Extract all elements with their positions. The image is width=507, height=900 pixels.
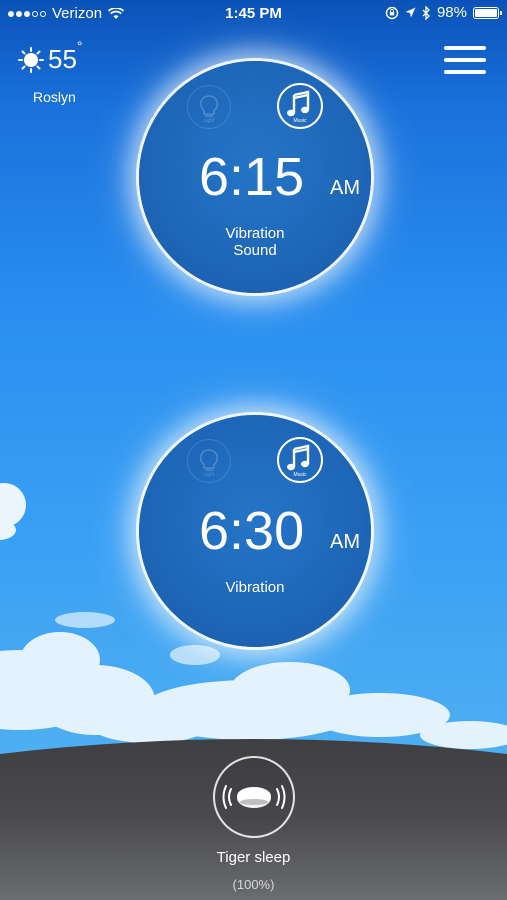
alarm-ampm: AM: [330, 531, 360, 553]
degree-symbol: °: [76, 38, 83, 54]
bluetooth-icon: [422, 5, 430, 20]
music-label: Music: [293, 118, 307, 124]
temperature: 55°: [48, 38, 83, 75]
sun-icon: [18, 46, 44, 73]
status-bar: Verizon 1:45 PM 98%: [0, 0, 507, 28]
device-button[interactable]: [213, 756, 295, 838]
status-right-group: 98%: [385, 4, 502, 21]
menu-button[interactable]: [444, 46, 486, 74]
music-toggle[interactable]: Music: [277, 83, 323, 129]
alarm-card-2[interactable]: Light Music 6:30 AM Vibration: [139, 415, 371, 647]
alarm-ampm: AM: [330, 177, 360, 199]
battery-percent: 98%: [436, 4, 467, 21]
location-arrow-icon: [405, 7, 416, 18]
light-toggle[interactable]: Light: [187, 439, 231, 483]
alarm-mode-sound: Sound: [233, 242, 277, 259]
temperature-value: 55: [48, 44, 77, 74]
music-toggle[interactable]: Music: [277, 437, 323, 483]
alarm-mode-vibration: Vibration: [225, 225, 285, 242]
battery-icon: [473, 6, 502, 19]
light-label: Light: [203, 118, 215, 124]
light-label: Light: [203, 472, 215, 478]
device-battery-percent: (100%): [232, 877, 275, 892]
alarm-card-1[interactable]: Light Music 6:15 AM Vibration Sound: [139, 61, 371, 293]
device-name: Tiger sleep: [216, 849, 291, 866]
sleep-device-icon: [222, 785, 286, 809]
alarm-time: 6:30: [199, 501, 305, 561]
battery-fill: [475, 8, 497, 17]
alarm-time: 6:15: [199, 147, 305, 207]
music-label: Music: [293, 472, 307, 478]
alarm-mode-vibration: Vibration: [225, 579, 285, 596]
light-toggle[interactable]: Light: [187, 85, 231, 129]
weather-city: Roslyn: [33, 89, 76, 105]
weather-widget[interactable]: 55°: [18, 38, 83, 75]
lock-rotation-icon: [385, 6, 399, 19]
